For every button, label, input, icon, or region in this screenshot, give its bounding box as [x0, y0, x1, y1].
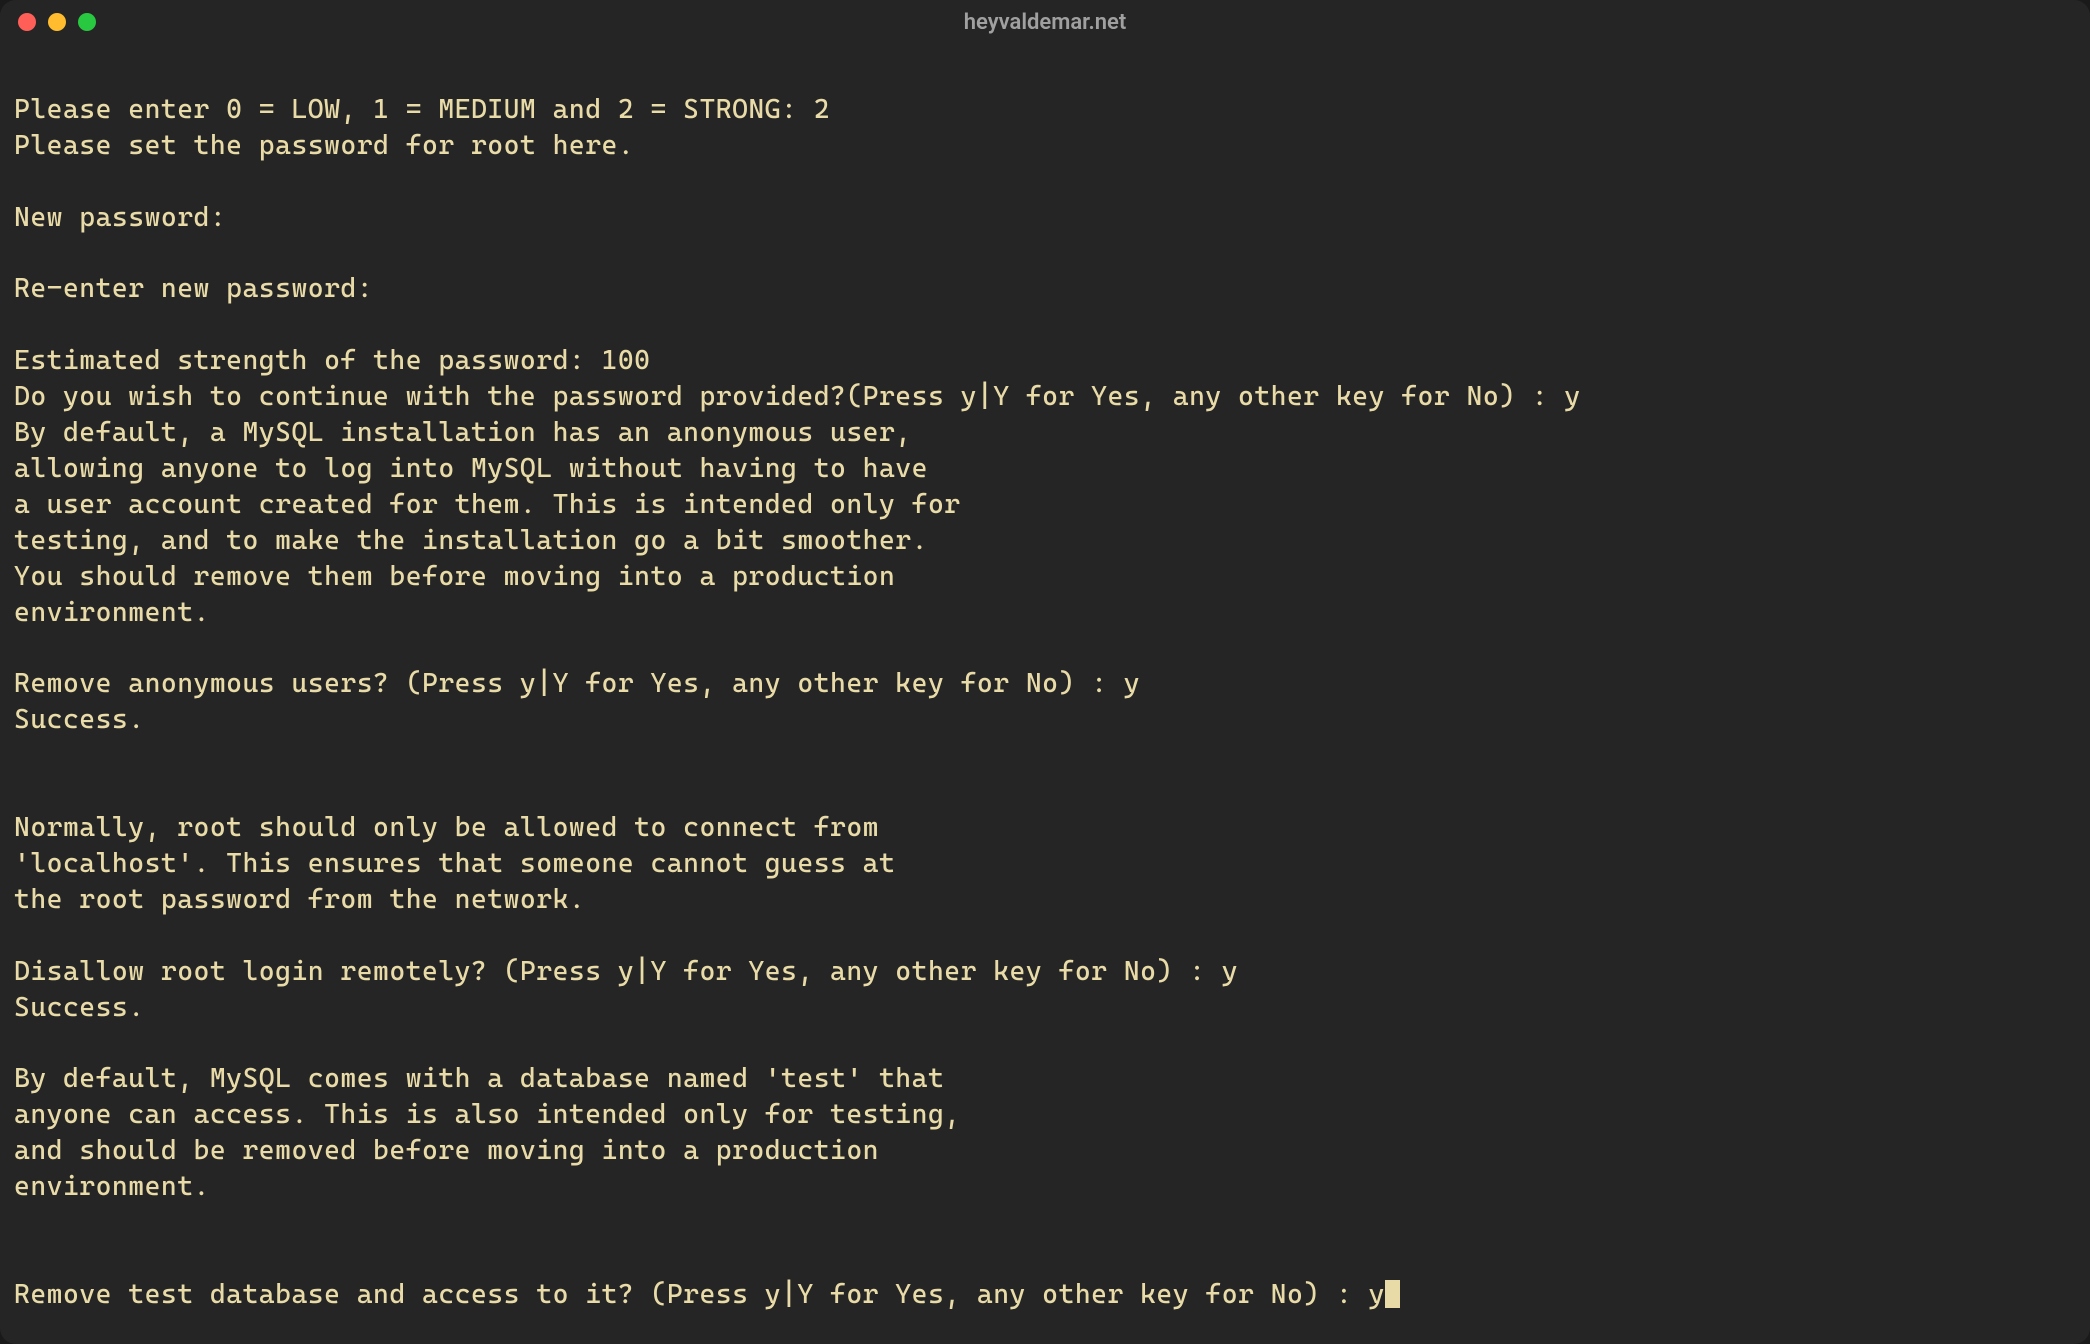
current-prompt-line: Remove test database and access to it? (… [14, 1279, 1385, 1310]
window-title: heyvaldemar.net [964, 10, 1127, 35]
terminal-body[interactable]: Please enter 0 = LOW, 1 = MEDIUM and 2 =… [0, 44, 2090, 1325]
close-button[interactable] [18, 13, 36, 31]
terminal-output: Please enter 0 = LOW, 1 = MEDIUM and 2 =… [14, 94, 1581, 1202]
title-bar: heyvaldemar.net [0, 0, 2090, 44]
terminal-window: heyvaldemar.net Please enter 0 = LOW, 1 … [0, 0, 2090, 1344]
maximize-button[interactable] [78, 13, 96, 31]
minimize-button[interactable] [48, 13, 66, 31]
traffic-lights [18, 13, 96, 31]
cursor [1385, 1280, 1400, 1308]
